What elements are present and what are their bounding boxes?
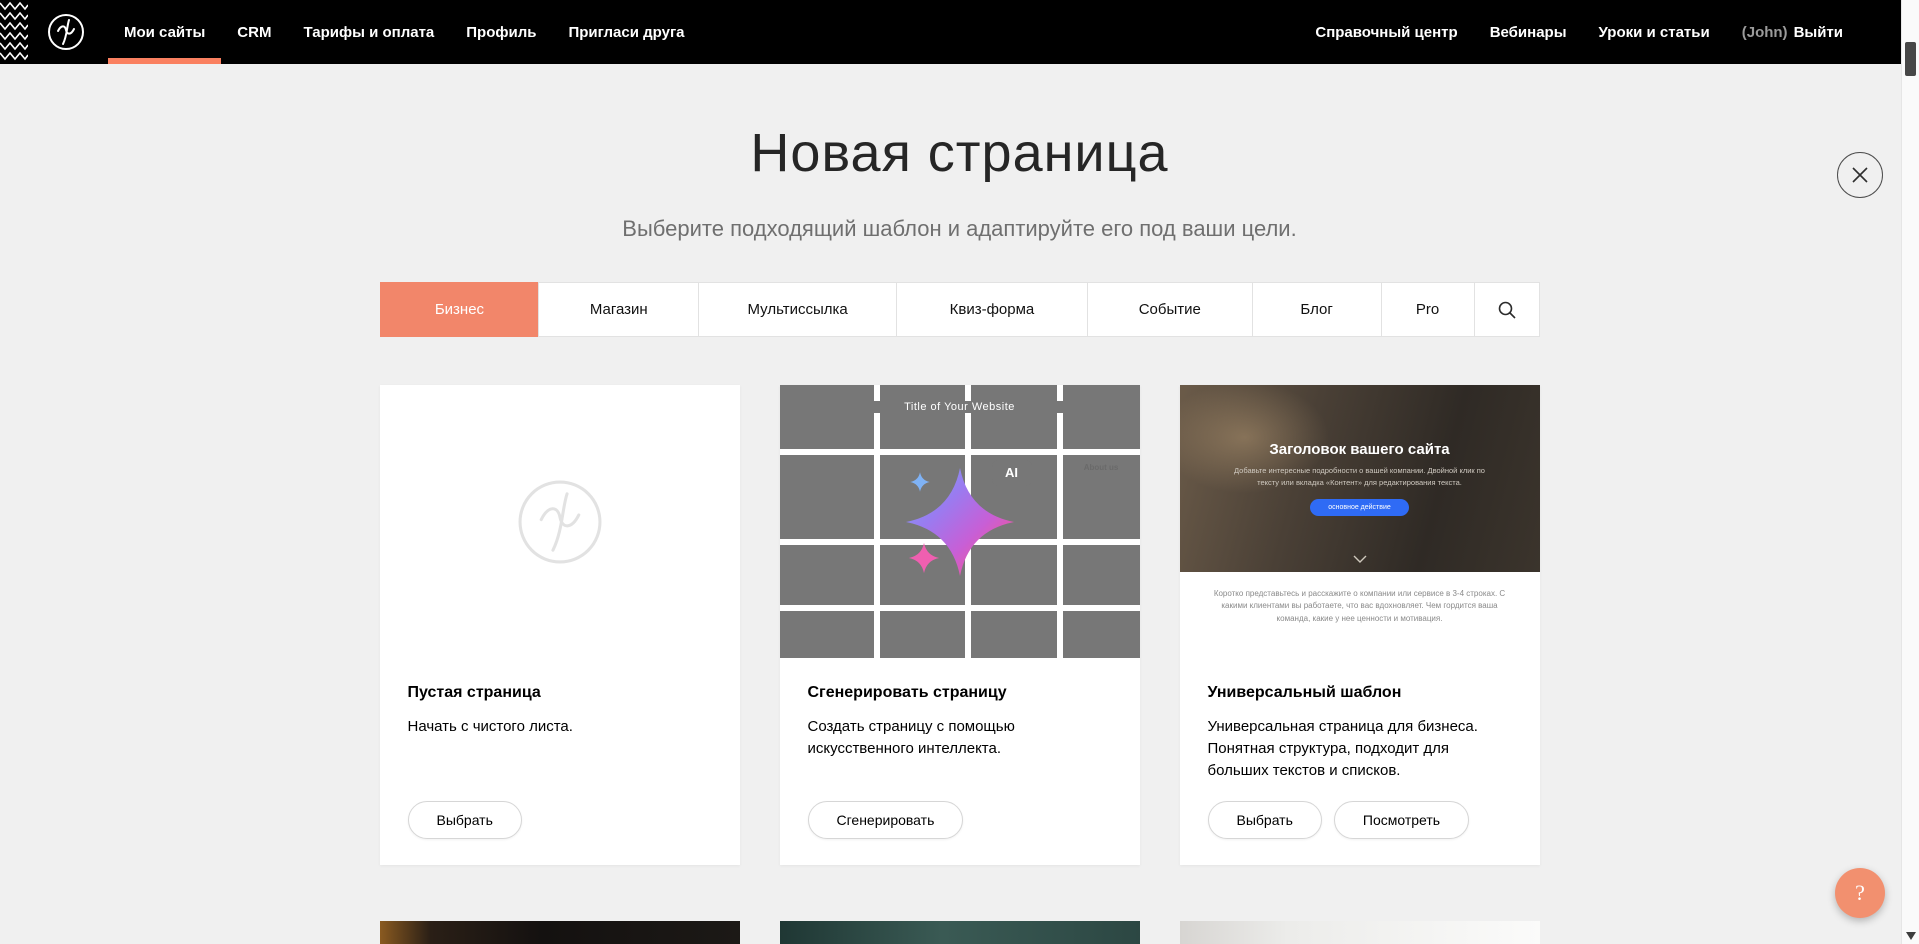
nav-crm[interactable]: CRM xyxy=(221,0,287,64)
tab-search[interactable] xyxy=(1474,282,1540,337)
zigzag-pattern-icon xyxy=(0,0,28,64)
collage-site-title: Title of Your Website xyxy=(780,401,1140,413)
view-button[interactable]: Посмотреть xyxy=(1334,801,1469,839)
card-description: Создать страницу с помощью искусственног… xyxy=(808,716,1112,760)
ai-badge: AI xyxy=(992,460,1032,486)
nav-profile[interactable]: Профиль xyxy=(450,0,552,64)
tab-blog[interactable]: Блог xyxy=(1252,282,1382,337)
collage-photo xyxy=(1063,385,1140,449)
template-card-partial[interactable] xyxy=(380,921,740,944)
collage-photo xyxy=(971,611,1057,658)
card-title: Пустая страница xyxy=(408,684,712,702)
page-subtitle: Выберите подходящий шаблон и адаптируйте… xyxy=(0,216,1919,242)
choose-button[interactable]: Выбрать xyxy=(408,801,522,839)
question-icon: ? xyxy=(1855,880,1865,906)
nav-help-center[interactable]: Справочный центр xyxy=(1299,0,1473,64)
collage-photo xyxy=(780,385,874,449)
card-title: Сгенерировать страницу xyxy=(808,684,1112,702)
collage-photo xyxy=(780,545,874,605)
tab-shop[interactable]: Магазин xyxy=(538,282,699,337)
ai-collage-preview: About us Title of Your Website xyxy=(780,385,1140,658)
site-preview-body: Коротко представьтесь и расскажите о ком… xyxy=(1180,572,1540,658)
tab-business[interactable]: Бизнес xyxy=(380,282,540,337)
nav-logout[interactable]: (John) Выйти xyxy=(1726,0,1859,64)
preview-subtext: Добавьте интересные подробности о вашей … xyxy=(1230,465,1489,488)
template-card-ai-generate[interactable]: About us Title of Your Website xyxy=(780,385,1140,865)
collage-photo xyxy=(880,611,966,658)
tab-quiz-form[interactable]: Квиз-форма xyxy=(896,282,1088,337)
template-cards-row-partial xyxy=(380,921,1540,944)
card-description: Начать с чистого листа. xyxy=(408,716,712,738)
tilda-watermark-icon xyxy=(513,475,607,569)
collage-photo xyxy=(971,385,1057,449)
generate-button[interactable]: Сгенерировать xyxy=(808,801,964,839)
card-title: Универсальный шаблон xyxy=(1208,684,1512,702)
template-cards-row: Пустая страница Начать с чистого листа. … xyxy=(380,385,1540,865)
nav-my-sites[interactable]: Мои сайты xyxy=(108,0,221,64)
scrollbar-thumb[interactable] xyxy=(1905,42,1916,76)
tab-pro[interactable]: Pro xyxy=(1381,282,1475,337)
navbar-left-menu: Мои сайты CRM Тарифы и оплата Профиль Пр… xyxy=(108,0,701,64)
search-icon xyxy=(1497,300,1517,320)
preview-heading: Заголовок вашего сайта xyxy=(1269,441,1449,458)
page-title: Новая страница xyxy=(0,122,1919,184)
collage-photo xyxy=(1063,545,1140,605)
template-category-tabs: Бизнес Магазин Мультиссылка Квиз-форма С… xyxy=(380,282,1540,337)
collage-about-block: About us xyxy=(1063,455,1140,539)
site-preview: Заголовок вашего сайта Добавьте интересн… xyxy=(1180,385,1540,658)
nav-invite-friend[interactable]: Пригласи друга xyxy=(552,0,700,64)
close-icon xyxy=(1851,166,1869,184)
top-navbar: Мои сайты CRM Тарифы и оплата Профиль Пр… xyxy=(0,0,1919,64)
new-page-dialog: Новая страница Выберите подходящий шабло… xyxy=(0,122,1919,944)
collage-photo xyxy=(780,611,874,658)
logout-label: Выйти xyxy=(1794,24,1843,41)
user-name: (John) xyxy=(1742,24,1788,41)
site-preview-hero: Заголовок вашего сайта Добавьте интересн… xyxy=(1180,385,1540,572)
nav-lessons[interactable]: Уроки и статьи xyxy=(1583,0,1726,64)
help-button[interactable]: ? xyxy=(1835,868,1885,918)
nav-webinars[interactable]: Вебинары xyxy=(1474,0,1583,64)
close-button[interactable] xyxy=(1837,152,1883,198)
collage-about-label: About us xyxy=(1063,463,1140,472)
chevron-down-icon xyxy=(1353,550,1367,568)
card-description: Универсальная страница для бизнеса. Поня… xyxy=(1208,716,1512,781)
collage-photo xyxy=(880,385,966,449)
scrollbar-down-arrow[interactable] xyxy=(1906,932,1916,940)
preview-cta-button: основное действие xyxy=(1310,499,1409,516)
nav-pricing[interactable]: Тарифы и оплата xyxy=(287,0,450,64)
template-card-universal[interactable]: Заголовок вашего сайта Добавьте интересн… xyxy=(1180,385,1540,865)
template-card-partial[interactable] xyxy=(1180,921,1540,944)
template-card-partial[interactable] xyxy=(780,921,1140,944)
collage-photo xyxy=(780,455,874,539)
preview-body-text: Коротко представьтесь и расскажите о ком… xyxy=(1214,588,1506,625)
choose-button[interactable]: Выбрать xyxy=(1208,801,1322,839)
collage-photo xyxy=(1063,611,1140,658)
tilda-logo-icon[interactable] xyxy=(46,12,86,52)
blank-preview xyxy=(380,385,740,658)
page-scrollbar xyxy=(1901,0,1919,944)
tab-multilink[interactable]: Мультиссылка xyxy=(698,282,897,337)
template-card-blank[interactable]: Пустая страница Начать с чистого листа. … xyxy=(380,385,740,865)
navbar-right-menu: Справочный центр Вебинары Уроки и статьи… xyxy=(1299,0,1859,64)
tab-event[interactable]: Событие xyxy=(1087,282,1253,337)
